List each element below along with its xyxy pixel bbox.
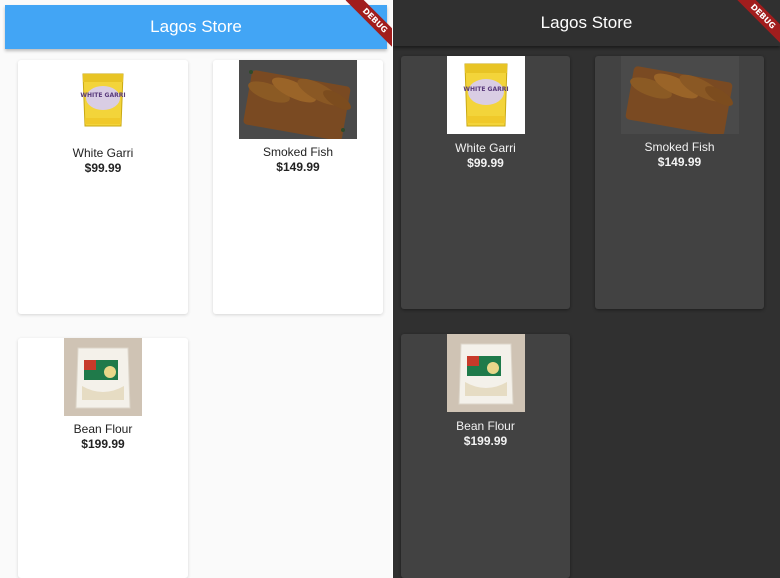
light-theme-panel: Lagos Store DEBUG WHITE GARRI White Garr… (0, 0, 392, 578)
app-bar: Lagos Store (5, 5, 387, 49)
product-card-smoked-fish[interactable]: Smoked Fish $149.99 (213, 60, 383, 314)
product-name: Smoked Fish (644, 140, 715, 154)
bean-flour-bag-image (64, 338, 142, 416)
smoked-fish-image (620, 56, 739, 134)
product-card-white-garri[interactable]: WHITE GARRI White Garri $99.99 (18, 60, 188, 314)
product-card-bean-flour[interactable]: Bean Flour $199.99 (401, 334, 570, 578)
product-image-frame: WHITE GARRI (446, 56, 525, 134)
smoked-fish-image (239, 60, 357, 139)
dark-theme-panel: Lagos Store DEBUG WHITE GARRI White Garr… (393, 0, 780, 578)
product-card-white-garri[interactable]: WHITE GARRI White Garri $99.99 (401, 56, 570, 309)
bean-flour-bag-image (446, 334, 525, 412)
product-name: White Garri (72, 146, 134, 160)
product-name: Bean Flour (73, 422, 133, 436)
garri-bag-image: WHITE GARRI (463, 63, 508, 127)
product-name: Bean Flour (456, 419, 515, 433)
garri-label-white: WHITE GARRI (463, 86, 508, 93)
garri-bag-image: WHITE GARRI (80, 73, 126, 127)
garri-label-white: WHITE GARRI (80, 92, 125, 99)
product-card-smoked-fish[interactable]: Smoked Fish $149.99 (595, 56, 764, 309)
product-price: $199.99 (81, 437, 125, 451)
product-name: Smoked Fish (262, 145, 334, 159)
app-title: Lagos Store (150, 17, 242, 36)
product-price: $149.99 (276, 160, 320, 174)
product-card-bean-flour[interactable]: Bean Flour $199.99 (18, 338, 188, 578)
app-bar-dark: Lagos Store (393, 0, 780, 46)
product-price: $99.99 (467, 156, 504, 170)
product-price: $149.99 (657, 155, 702, 169)
product-price: $199.99 (463, 434, 508, 448)
product-name: White Garri (455, 141, 516, 155)
app-title: Lagos Store (540, 13, 633, 32)
product-price: $99.99 (84, 161, 122, 175)
